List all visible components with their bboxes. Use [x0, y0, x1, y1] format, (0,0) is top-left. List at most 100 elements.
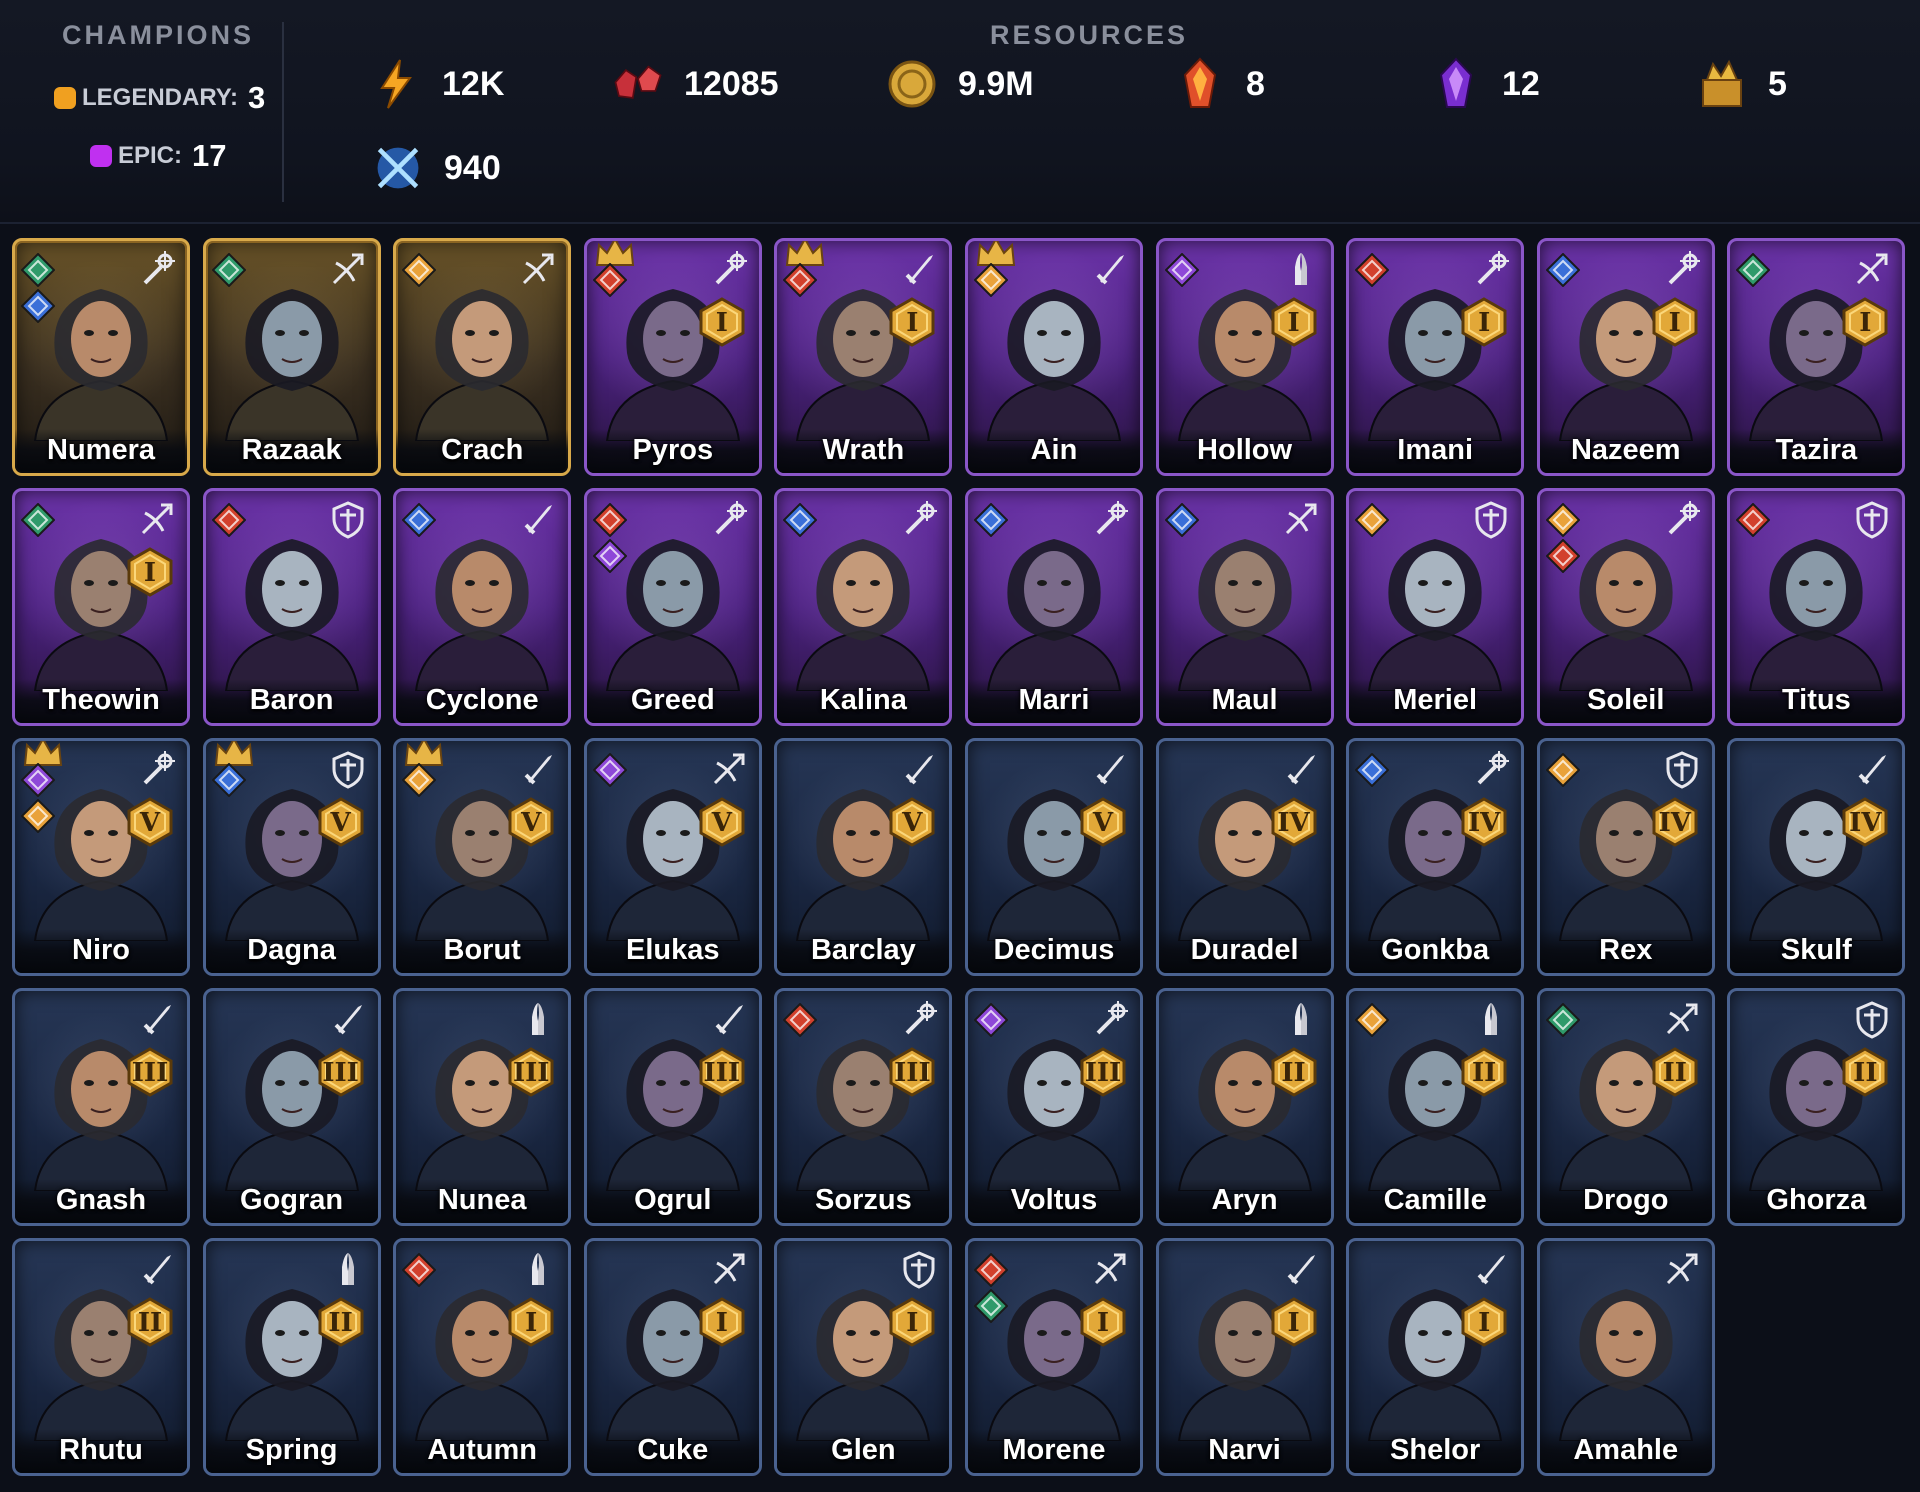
praying-hands-icon	[518, 1249, 558, 1289]
champion-card[interactable]: IV Gonkba	[1346, 738, 1525, 976]
champion-card[interactable]: III Gogran	[202, 988, 381, 1226]
champion-card[interactable]: I Cuke	[583, 1238, 762, 1476]
champion-card[interactable]: Greed	[583, 488, 762, 726]
champion-name: Camille	[1383, 1184, 1487, 1216]
staff-icon	[1662, 499, 1702, 539]
ascension-level: I	[143, 558, 157, 588]
champions-title: CHAMPIONS	[62, 20, 255, 50]
champion-card[interactable]: I Hollow	[1155, 238, 1334, 476]
champion-name: Rhutu	[59, 1434, 143, 1466]
champion-name: Duradel	[1190, 934, 1299, 966]
resource-treasure: 5	[1696, 58, 1787, 110]
red-affinity-icon	[1545, 538, 1581, 574]
champion-card[interactable]: III Ogrul	[583, 988, 762, 1226]
blue-affinity-icon	[211, 762, 247, 798]
champion-card[interactable]: V Borut	[393, 738, 572, 976]
champion-card[interactable]: III Voltus	[964, 988, 1143, 1226]
legendary-shard-value: 8	[1246, 64, 1265, 103]
ascension-level: I	[906, 308, 919, 338]
champion-card[interactable]: V Decimus	[964, 738, 1143, 976]
arena-token-icon	[372, 142, 424, 194]
champion-card[interactable]: I Wrath	[774, 238, 953, 476]
sword-icon	[1090, 249, 1130, 289]
champion-card[interactable]: Marri	[964, 488, 1143, 726]
purple-affinity-icon	[973, 1002, 1009, 1038]
blue-affinity-icon	[782, 502, 818, 538]
ascension-level: V	[902, 808, 923, 838]
champion-name: Shelor	[1390, 1434, 1481, 1466]
champion-card[interactable]: I Shelor	[1346, 1238, 1525, 1476]
champion-name: Decimus	[993, 934, 1115, 966]
champion-card[interactable]: Kalina	[774, 488, 953, 726]
champion-card[interactable]: I Theowin	[12, 488, 190, 726]
champion-card[interactable]: II Ghorza	[1727, 988, 1906, 1226]
champion-card[interactable]: I Pyros	[583, 238, 762, 476]
staff-icon	[137, 749, 177, 789]
champion-card[interactable]: II Camille	[1346, 988, 1525, 1226]
gold-icon	[886, 58, 938, 110]
champion-grid: Numera Razaak Crach I Pyros I Wrath Ain I Hollow I…	[12, 238, 1906, 1476]
epic-count-row: EPIC: 17	[90, 138, 227, 174]
champion-name: Baron	[249, 684, 334, 716]
champion-card[interactable]: I Narvi	[1155, 1238, 1334, 1476]
red-affinity-icon	[592, 262, 628, 298]
sword-icon	[899, 249, 939, 289]
ascension-level: V	[330, 808, 351, 838]
staff-icon	[1471, 249, 1511, 289]
champion-card[interactable]: Soleil	[1536, 488, 1715, 726]
champion-card[interactable]: IV Rex	[1536, 738, 1715, 976]
bow-icon	[1662, 999, 1702, 1039]
gold-affinity-icon	[1354, 1002, 1390, 1038]
champion-name: Numera	[47, 434, 155, 466]
ascension-level: I	[1478, 308, 1491, 338]
champion-card[interactable]: I Autumn	[393, 1238, 572, 1476]
champion-card[interactable]: Maul	[1155, 488, 1334, 726]
champion-card[interactable]: Crach	[393, 238, 572, 476]
champion-name: Ghorza	[1766, 1184, 1867, 1216]
champion-card[interactable]: II Drogo	[1536, 988, 1715, 1226]
champion-card[interactable]: Ain	[964, 238, 1143, 476]
bow-icon	[137, 499, 177, 539]
green-affinity-icon	[973, 1288, 1009, 1324]
champion-card[interactable]: V Barclay	[774, 738, 953, 976]
staff-icon	[709, 499, 749, 539]
champion-card[interactable]: V Niro	[12, 738, 190, 976]
champion-card[interactable]: Razaak	[202, 238, 381, 476]
green-affinity-icon	[211, 252, 247, 288]
champion-card[interactable]: II Aryn	[1155, 988, 1334, 1226]
champion-name: Meriel	[1393, 684, 1478, 716]
ascension-level: III	[322, 1058, 359, 1088]
champion-card[interactable]: II Spring	[202, 1238, 381, 1476]
champion-card[interactable]: I Glen	[774, 1238, 953, 1476]
champion-name: Soleil	[1587, 684, 1665, 716]
champion-card[interactable]: V Dagna	[202, 738, 381, 976]
champion-card[interactable]: Baron	[202, 488, 381, 726]
champion-card[interactable]: III Nunea	[393, 988, 572, 1226]
champion-card[interactable]: II Rhutu	[12, 1238, 190, 1476]
champion-card[interactable]: I Nazeem	[1536, 238, 1715, 476]
champion-card[interactable]: Titus	[1727, 488, 1906, 726]
champion-card[interactable]: IV Duradel	[1155, 738, 1334, 976]
champion-card[interactable]: IV Skulf	[1727, 738, 1906, 976]
champion-name: Crach	[441, 434, 524, 466]
champion-card[interactable]: Numera	[12, 238, 190, 476]
champion-card[interactable]: I Morene	[964, 1238, 1143, 1476]
staff-icon	[1662, 249, 1702, 289]
champion-card[interactable]: Cyclone	[393, 488, 572, 726]
champion-name: Greed	[630, 684, 715, 716]
champion-card[interactable]: V Elukas	[583, 738, 762, 976]
ascension-level: I	[715, 1308, 728, 1338]
staff-icon	[137, 249, 177, 289]
shield-icon	[1662, 749, 1702, 789]
epic-dot-icon	[90, 145, 112, 167]
champion-name: Nunea	[437, 1184, 527, 1216]
champion-card[interactable]: Meriel	[1346, 488, 1525, 726]
champion-card[interactable]: I Imani	[1346, 238, 1525, 476]
ascension-level: I	[525, 1308, 538, 1338]
praying-hands-icon	[328, 1249, 368, 1289]
champion-card[interactable]: III Gnash	[12, 988, 190, 1226]
champion-card[interactable]: I Tazira	[1727, 238, 1906, 476]
epic-shard-icon	[1430, 57, 1482, 110]
champion-card[interactable]: Amahle	[1536, 1238, 1715, 1476]
champion-card[interactable]: III Sorzus	[774, 988, 953, 1226]
